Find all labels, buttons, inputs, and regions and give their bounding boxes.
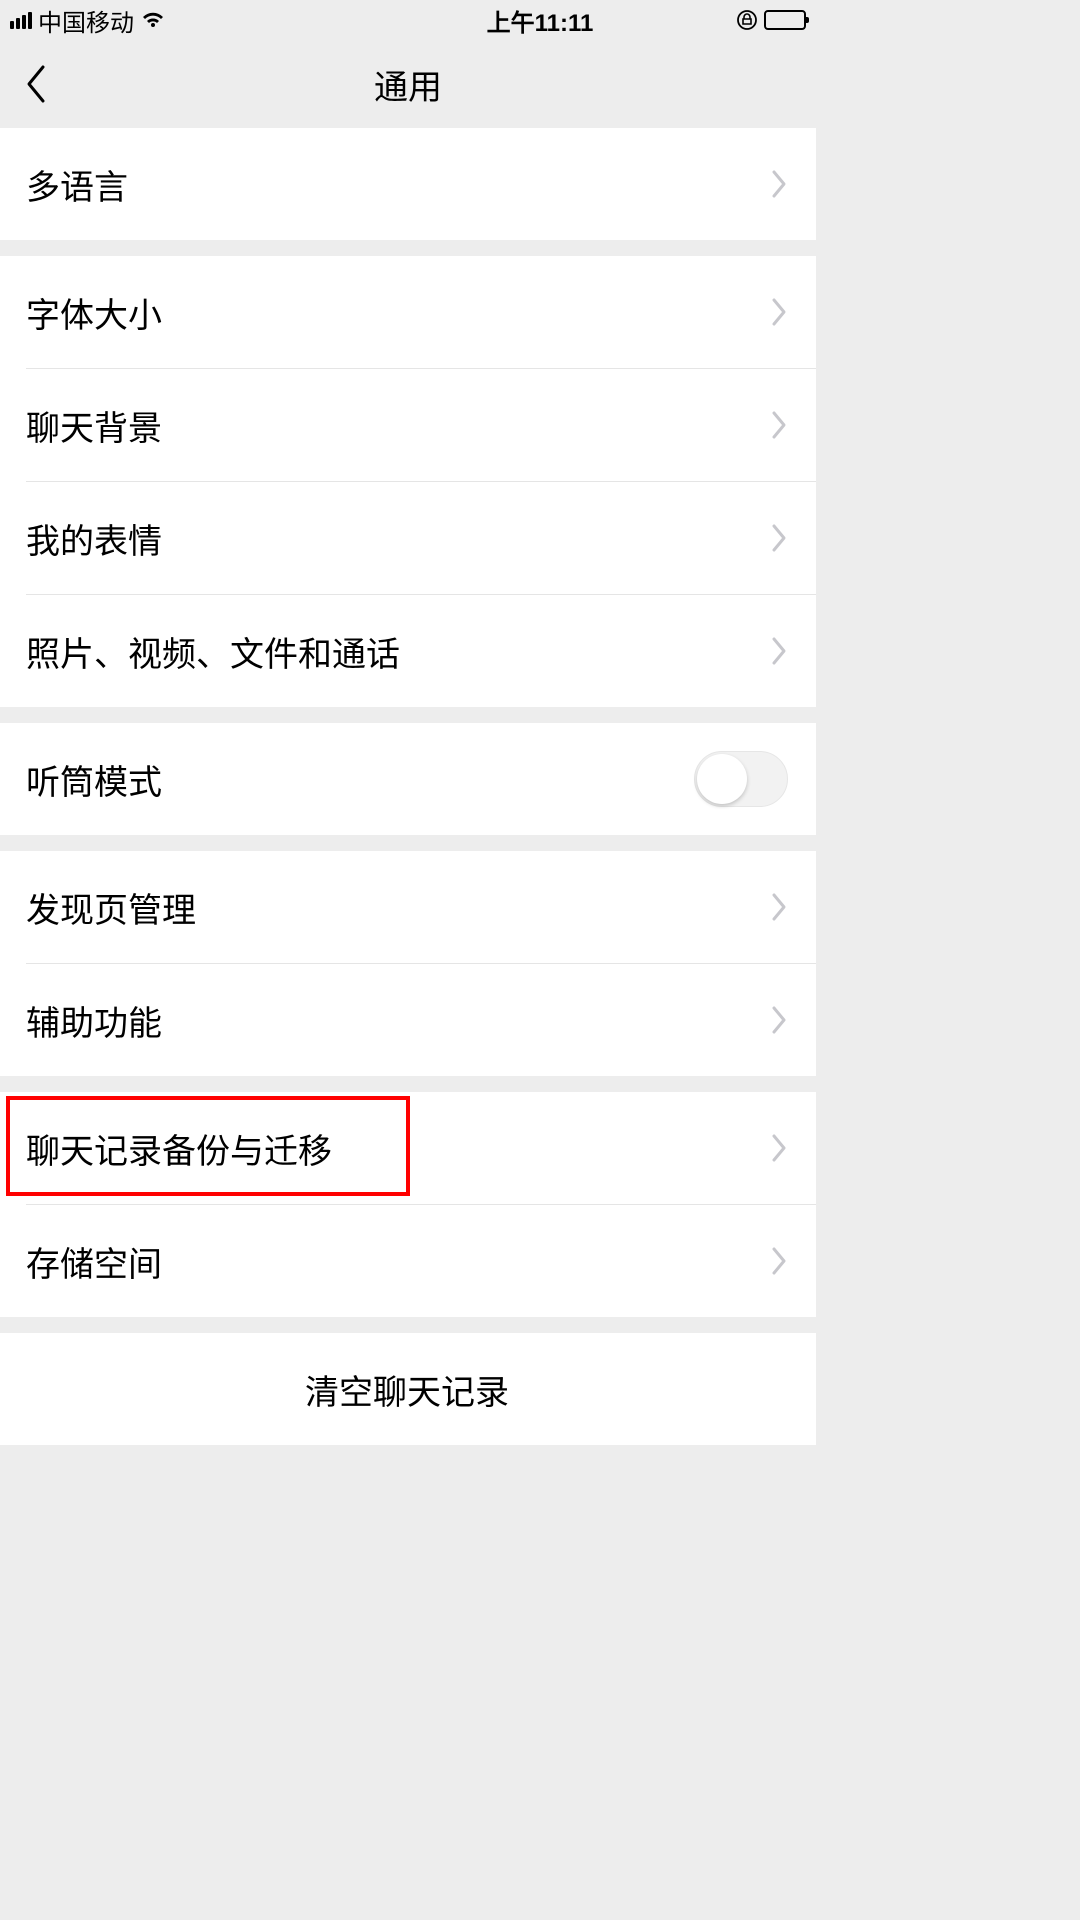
row-label: 我的表情 xyxy=(26,514,770,563)
carrier-label: 中国移动 xyxy=(38,3,134,38)
settings-group: 字体大小聊天背景我的表情照片、视频、文件和通话 xyxy=(0,256,816,707)
status-time: 上午11:11 xyxy=(487,3,594,38)
settings-row-storage[interactable]: 存储空间 xyxy=(0,1205,816,1317)
signal-bars-icon xyxy=(10,12,32,29)
status-right xyxy=(736,9,806,31)
settings-row-chat-background[interactable]: 聊天背景 xyxy=(0,369,816,481)
row-label: 照片、视频、文件和通话 xyxy=(26,627,770,676)
row-label: 多语言 xyxy=(26,160,770,209)
row-label: 听筒模式 xyxy=(26,755,694,804)
toggle-knob xyxy=(697,754,747,804)
chevron-right-icon xyxy=(770,522,788,554)
settings-row-earpiece-mode[interactable]: 听筒模式 xyxy=(0,723,816,835)
settings-row-discover-manage[interactable]: 发现页管理 xyxy=(0,851,816,963)
orientation-lock-icon xyxy=(736,9,758,31)
row-label: 字体大小 xyxy=(26,288,770,337)
settings-group: 多语言 xyxy=(0,128,816,240)
row-label: 清空聊天记录 xyxy=(305,1365,509,1414)
chevron-left-icon xyxy=(23,63,47,105)
chevron-right-icon xyxy=(770,1132,788,1164)
toggle-switch[interactable] xyxy=(694,751,788,807)
settings-row-clear-chat-history[interactable]: 清空聊天记录 xyxy=(0,1333,816,1445)
row-label: 辅助功能 xyxy=(26,996,770,1045)
status-left: 中国移动 xyxy=(10,3,166,38)
settings-row-media-files-calls[interactable]: 照片、视频、文件和通话 xyxy=(0,595,816,707)
settings-row-language[interactable]: 多语言 xyxy=(0,128,816,240)
chevron-right-icon xyxy=(770,168,788,200)
wifi-icon xyxy=(140,10,166,30)
back-button[interactable] xyxy=(0,40,70,128)
chevron-right-icon xyxy=(770,891,788,923)
chevron-right-icon xyxy=(770,409,788,441)
nav-bar: 通用 xyxy=(0,40,816,128)
chevron-right-icon xyxy=(770,1245,788,1277)
row-label: 聊天背景 xyxy=(26,401,770,450)
row-label: 发现页管理 xyxy=(26,883,770,932)
settings-group: 听筒模式 xyxy=(0,723,816,835)
chevron-right-icon xyxy=(770,1004,788,1036)
battery-icon xyxy=(764,10,806,30)
row-label: 存储空间 xyxy=(26,1237,770,1286)
settings-row-chat-backup-migrate[interactable]: 聊天记录备份与迁移 xyxy=(0,1092,816,1204)
settings-group: 聊天记录备份与迁移存储空间 xyxy=(0,1092,816,1317)
settings-row-accessibility[interactable]: 辅助功能 xyxy=(0,964,816,1076)
settings-group: 发现页管理辅助功能 xyxy=(0,851,816,1076)
settings-row-font-size[interactable]: 字体大小 xyxy=(0,256,816,368)
settings-row-my-stickers[interactable]: 我的表情 xyxy=(0,482,816,594)
chevron-right-icon xyxy=(770,635,788,667)
chevron-right-icon xyxy=(770,296,788,328)
settings-group: 清空聊天记录 xyxy=(0,1333,816,1445)
page-title: 通用 xyxy=(0,60,816,109)
row-label: 聊天记录备份与迁移 xyxy=(26,1124,770,1173)
status-bar: 中国移动 上午11:11 xyxy=(0,0,816,40)
